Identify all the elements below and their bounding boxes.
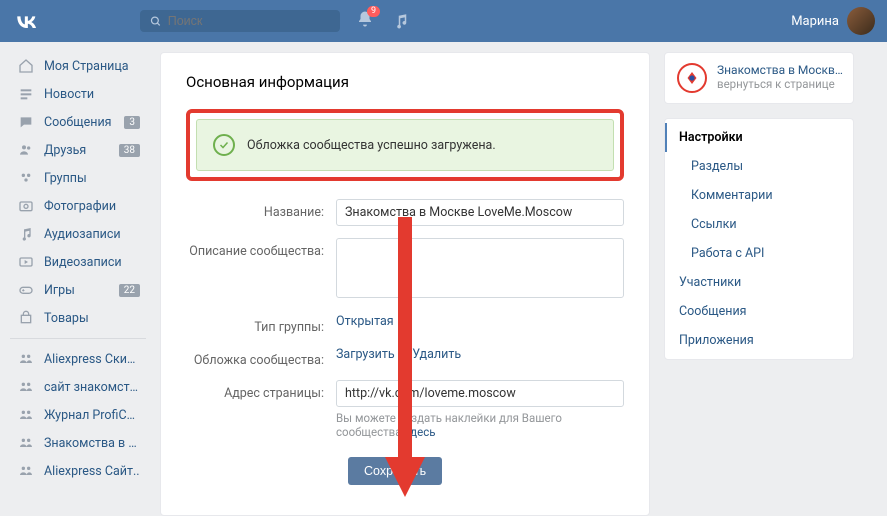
menu-api[interactable]: Работа с API [665,239,853,268]
nav-label: Моя Страница [44,59,140,74]
nav-label: Новости [44,87,140,102]
groups-icon [16,351,36,367]
search-box[interactable] [140,10,340,32]
nav-badge: 3 [124,116,140,129]
cover-delete-link[interactable]: Удалить [412,347,461,362]
right-column: Знакомства в Москве Lo... вернуться к ст… [664,52,854,516]
video-icon [16,254,36,270]
group-title: Знакомства в Москве Lo... [717,63,847,77]
username: Марина [791,14,839,29]
nav-label: Знакомства в Мо.. [44,436,140,451]
menu-settings[interactable]: Настройки [665,123,853,152]
group-back-link[interactable]: вернуться к странице [717,77,847,91]
home-icon [16,58,36,74]
nav-group-item[interactable]: сайт знакомств.. [10,373,146,401]
nav-label: Группы [44,171,140,186]
left-nav: Моя СтраницаНовостиСообщения3Друзья38Гру… [10,52,146,516]
groups-icon [16,170,36,186]
search-input[interactable] [168,14,330,28]
nav-badge: 38 [119,144,140,157]
address-input[interactable] [336,380,624,407]
description-input[interactable] [336,238,624,298]
friends-icon [16,142,36,158]
settings-menu: Настройки Разделы Комментарии Ссылки Раб… [664,118,854,360]
nav-item-home[interactable]: Моя Страница [10,52,146,80]
name-input[interactable] [336,199,624,226]
alert-text: Обложка сообщества успешно загружена. [247,138,496,153]
nav-item-msg[interactable]: Сообщения3 [10,108,146,136]
vk-logo-icon[interactable] [12,7,40,35]
menu-messages[interactable]: Сообщения [665,297,853,326]
nav-label: Товары [44,311,140,326]
nav-label: сайт знакомств.. [44,380,140,395]
nav-item-games[interactable]: Игры22 [10,276,146,304]
nav-item-video[interactable]: Видеозаписи [10,248,146,276]
label-addr: Адрес страницы: [186,380,336,401]
label-desc: Описание сообщества: [186,238,336,259]
nav-item-feed[interactable]: Новости [10,80,146,108]
group-type-select[interactable]: Открытая [336,314,394,329]
nav-group-item[interactable]: Aliexpress Скид.. [10,345,146,373]
main-panel: Основная информация Обложка сообщества у… [160,52,650,516]
success-alert: Обложка сообщества успешно загружена. [196,119,614,171]
menu-members[interactable]: Участники [665,268,853,297]
nav-label: Видеозаписи [44,255,140,270]
nav-label: Аудиозаписи [44,227,140,242]
nav-group-item[interactable]: Знакомства в Мо.. [10,429,146,457]
highlight-box: Обложка сообщества успешно загружена. [186,109,624,181]
audio-icon [16,226,36,242]
label-name: Название: [186,199,336,220]
nav-group-item[interactable]: Журнал ProfiCom.. [10,401,146,429]
nav-item-audio[interactable]: Аудиозаписи [10,220,146,248]
nav-item-friends[interactable]: Друзья38 [10,136,146,164]
topbar: 9 Марина [0,0,887,42]
notifications-button[interactable]: 9 [356,10,374,32]
notif-badge: 9 [367,6,380,17]
label-type: Тип группы: [186,314,336,335]
nav-label: Игры [44,283,119,298]
nav-label: Aliexpress Сайт.. [44,464,140,479]
photo-icon [16,198,36,214]
avatar [847,7,875,35]
msg-icon [16,114,36,130]
stickers-link[interactable]: здесь [404,425,435,439]
menu-apps[interactable]: Приложения [665,326,853,355]
nav-item-groups[interactable]: Группы [10,164,146,192]
nav-item-goods[interactable]: Товары [10,304,146,332]
nav-label: Журнал ProfiCom.. [44,408,140,423]
menu-comments[interactable]: Комментарии [665,181,853,210]
menu-links[interactable]: Ссылки [665,210,853,239]
feed-icon [16,86,36,102]
nav-label: Aliexpress Скид.. [44,352,140,367]
groups-icon [16,379,36,395]
check-circle-icon [213,134,235,156]
save-button[interactable]: Сохранить [348,457,442,485]
groups-icon [16,435,36,451]
nav-label: Сообщения [44,115,124,130]
nav-divider [10,338,146,339]
nav-label: Друзья [44,143,119,158]
music-icon[interactable] [392,12,410,30]
label-cover: Обложка сообщества: [186,347,336,368]
nav-item-photo[interactable]: Фотографии [10,192,146,220]
nav-label: Фотографии [44,199,140,214]
nav-group-item[interactable]: Aliexpress Сайт.. [10,457,146,485]
goods-icon [16,310,36,326]
nav-badge: 22 [119,284,140,297]
menu-sections[interactable]: Разделы [665,152,853,181]
cover-upload-link[interactable]: Загрузить [336,347,395,362]
group-logo-icon [677,63,707,93]
search-icon [150,15,162,28]
page-title: Основная информация [186,73,624,91]
hint-text: Вы можете создать наклейки для Вашего со… [336,411,624,439]
groups-icon [16,407,36,423]
group-card[interactable]: Знакомства в Москве Lo... вернуться к ст… [664,52,854,104]
user-menu[interactable]: Марина [791,7,875,35]
games-icon [16,282,36,298]
groups-icon [16,463,36,479]
